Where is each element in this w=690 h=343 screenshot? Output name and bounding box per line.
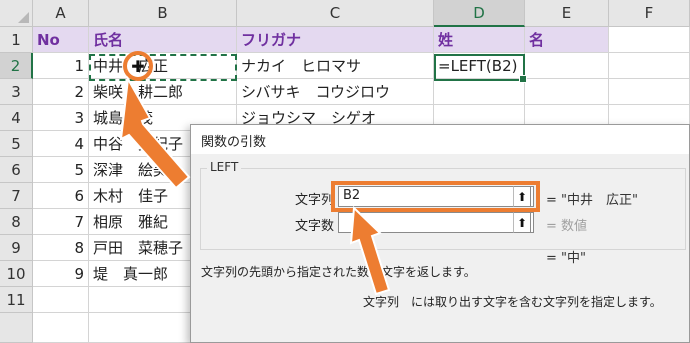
arrow-pointer-icon — [349, 205, 391, 296]
arrow-pointer-icon — [119, 75, 191, 190]
annotation-arrows — [119, 75, 391, 296]
